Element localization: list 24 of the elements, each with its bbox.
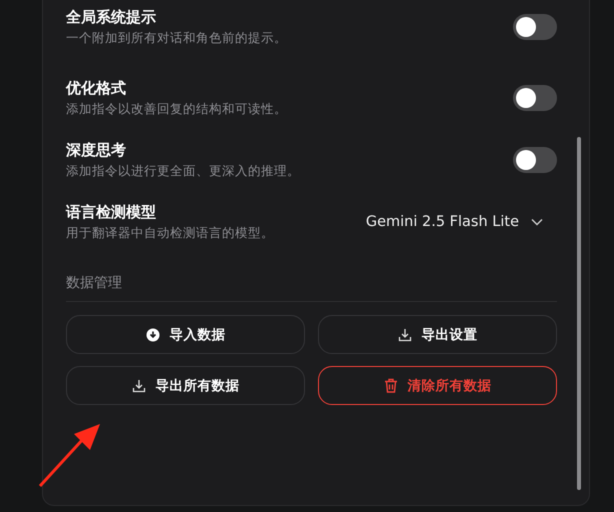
setting-description: 用于翻译器中自动检测语言的模型。: [66, 224, 274, 242]
toggle-switch[interactable]: [513, 14, 557, 40]
download-icon: [132, 378, 146, 392]
setting-title: 深度思考: [66, 140, 127, 161]
setting-description: 一个附加到所有对话和角色前的提示。: [66, 29, 287, 47]
download-icon: [146, 328, 160, 342]
data-button[interactable]: 导出设置: [318, 315, 557, 354]
setting-description: 添加指令以进行更全面、更深入的推理。: [66, 162, 300, 180]
data-button[interactable]: 导出所有数据: [66, 366, 305, 405]
arrow-drawing: [38, 424, 102, 488]
setting-title: 优化格式: [66, 78, 127, 99]
setting-title: 全局系统提示: [66, 7, 157, 28]
chevron-down-icon: [531, 218, 543, 226]
data-button[interactable]: 导入数据: [66, 315, 305, 354]
toggle-switch[interactable]: [513, 147, 557, 173]
section-heading: 数据管理: [66, 274, 123, 293]
toggle-switch[interactable]: [513, 85, 557, 111]
clear-data-button[interactable]: 清除所有数据: [318, 366, 557, 405]
scrollbar[interactable]: [577, 137, 581, 490]
model-dropdown[interactable]: Gemini 2.5 Flash Lite: [366, 214, 557, 230]
download-icon: [398, 328, 412, 342]
setting-description: 添加指令以改善回复的结构和可读性。: [66, 100, 287, 118]
setting-title: 语言检测模型: [66, 202, 157, 223]
trash-icon: [384, 378, 398, 393]
